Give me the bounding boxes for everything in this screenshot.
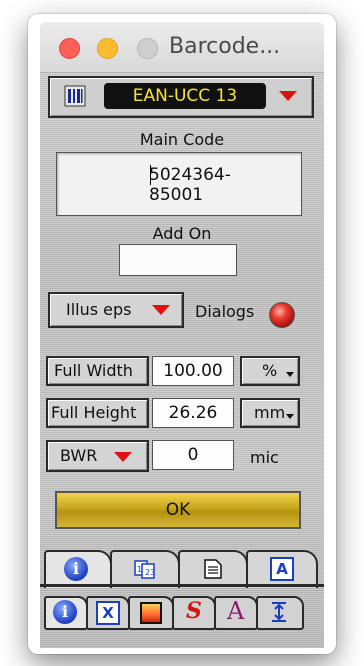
red-triangle-down-icon — [279, 91, 297, 101]
barcode-bars-icon — [64, 85, 86, 107]
letter-a-icon: A — [227, 597, 245, 625]
width-unit-label: % — [262, 361, 278, 380]
text-frame-icon: A — [270, 557, 294, 581]
tab2-red-s[interactable]: S — [172, 596, 216, 630]
width-unit-popup[interactable]: % — [240, 356, 300, 386]
tab2-info[interactable]: i — [44, 596, 88, 630]
document-icon — [204, 559, 222, 579]
red-triangle-down-icon — [114, 452, 132, 462]
bwr-label: BWR — [60, 446, 98, 465]
bwr-popup[interactable]: BWR — [46, 440, 149, 472]
gradient-icon — [140, 602, 162, 624]
dialogs-label: Dialogs — [195, 302, 255, 321]
tab-row-secondary: i X S A — [40, 592, 324, 632]
text-caret — [150, 165, 151, 185]
main-code-value: 5024364-85001 — [149, 165, 231, 205]
window-title: Barcode... — [169, 34, 281, 59]
tab-divider — [40, 584, 324, 587]
height-unit-popup[interactable]: mm — [240, 398, 300, 428]
width-value-field[interactable]: 100.00 — [152, 356, 234, 386]
bwr-value-field[interactable]: 0 — [152, 440, 234, 470]
title-bar[interactable]: Barcode... — [40, 22, 324, 73]
full-height-button[interactable]: Full Height — [46, 398, 149, 428]
height-value-field[interactable]: 26.26 — [152, 398, 234, 428]
ok-button[interactable]: OK — [55, 491, 301, 529]
tab-info[interactable]: i — [44, 550, 112, 588]
barcode-window: Barcode... EAN-UCC 13 Main Code 5024364-… — [40, 22, 324, 648]
tab-row-primary: i 1 23 A — [40, 550, 324, 594]
main-code-field[interactable]: 5024364-85001 — [56, 152, 302, 216]
tab-text-frame[interactable]: A — [246, 550, 318, 588]
tab-numbers[interactable]: 1 23 — [110, 550, 180, 588]
main-code-label: Main Code — [139, 130, 225, 149]
numbers-icon: 1 23 — [134, 560, 155, 579]
add-on-field[interactable] — [119, 244, 237, 276]
tab2-gradient[interactable] — [128, 596, 174, 630]
red-s-icon: S — [186, 598, 202, 624]
format-selected: Illus eps — [66, 300, 132, 319]
svg-text:1: 1 — [137, 565, 142, 574]
tab2-vertical-spacing[interactable] — [256, 596, 304, 630]
info-icon: i — [53, 600, 77, 624]
bwr-unit-label: mic — [250, 448, 279, 467]
svg-text:23: 23 — [145, 568, 155, 577]
minimize-button[interactable] — [97, 38, 118, 59]
full-width-button[interactable]: Full Width — [46, 356, 149, 386]
tab2-x-box[interactable]: X — [86, 596, 130, 630]
chevron-down-icon — [286, 414, 294, 419]
symbology-popup[interactable]: EAN-UCC 13 — [48, 76, 314, 118]
close-button[interactable] — [59, 38, 80, 59]
height-unit-label: mm — [254, 403, 286, 422]
x-box-icon: X — [96, 601, 120, 625]
full-width-label: Full Width — [54, 361, 133, 380]
zoom-button[interactable] — [137, 38, 158, 59]
chevron-down-icon — [286, 372, 294, 377]
dialogs-indicator-icon[interactable] — [269, 302, 295, 328]
red-triangle-down-icon — [152, 305, 170, 315]
info-icon: i — [64, 557, 88, 581]
vertical-spacing-icon — [272, 602, 286, 622]
add-on-label: Add On — [152, 224, 212, 243]
tab2-letter-a[interactable]: A — [214, 596, 258, 630]
tab-document[interactable] — [178, 550, 248, 588]
symbology-selected: EAN-UCC 13 — [104, 83, 266, 109]
full-height-label: Full Height — [51, 403, 137, 422]
format-popup[interactable]: Illus eps — [48, 292, 184, 328]
